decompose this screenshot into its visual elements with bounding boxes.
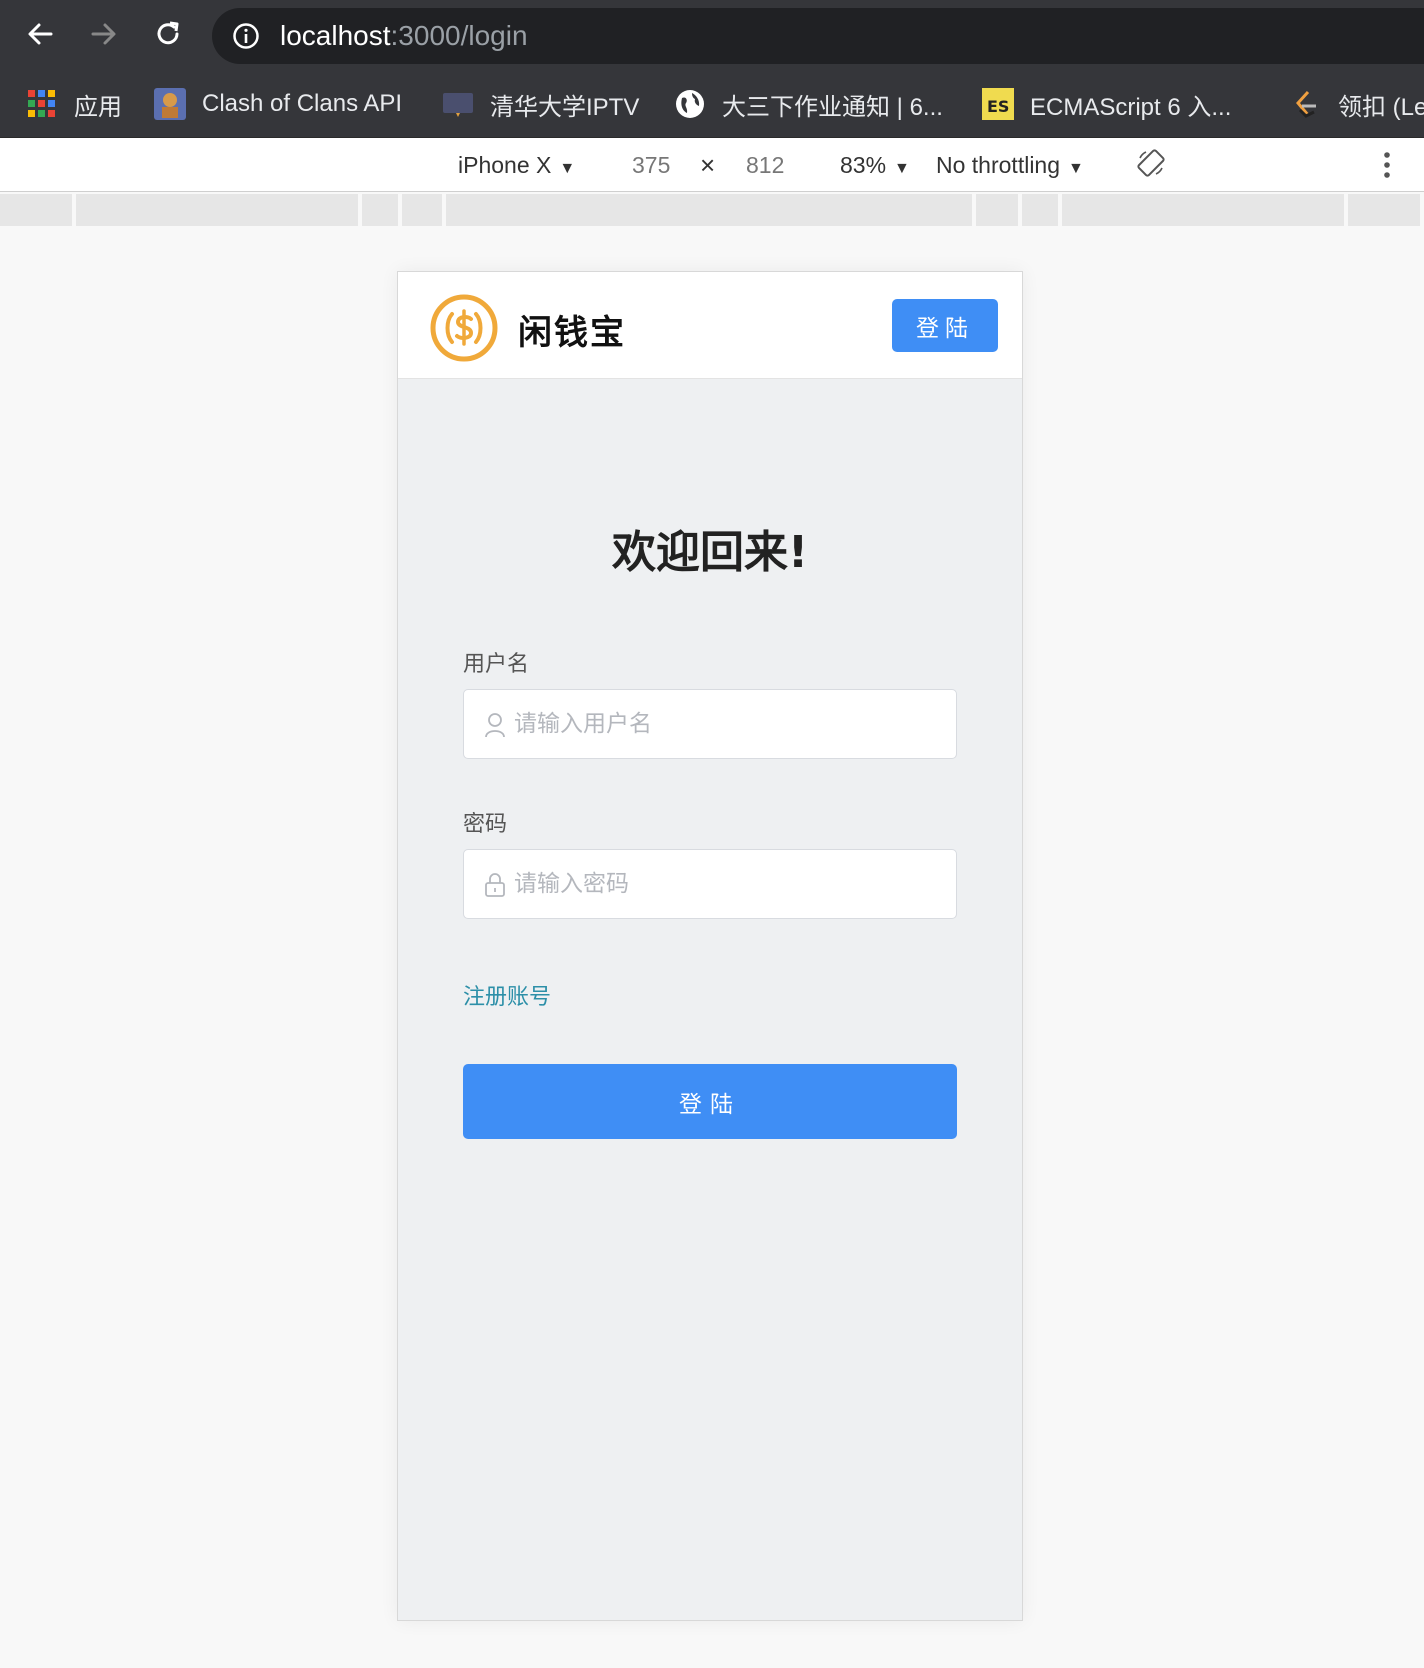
- media-query-segment[interactable]: [976, 194, 1018, 226]
- login-submit-button[interactable]: 登陆: [463, 1064, 957, 1139]
- bookmark-label: 大三下作业通知 | 6...: [722, 93, 943, 121]
- address-bar[interactable]: localhost:3000/login: [212, 8, 1424, 64]
- svg-text:ES: ES: [987, 97, 1009, 116]
- leetcode-favicon: [1296, 90, 1316, 118]
- media-query-segment[interactable]: [76, 194, 358, 226]
- bookmark-clash-of-clans[interactable]: Clash of Clans API: [154, 84, 402, 124]
- brand-name: 闲钱宝: [518, 313, 626, 353]
- username-input[interactable]: [514, 690, 944, 758]
- media-query-segment[interactable]: [1062, 194, 1344, 226]
- clash-of-clans-favicon: [154, 88, 186, 120]
- browser-toolbar: localhost:3000/login: [0, 0, 1424, 70]
- height-input[interactable]: 812: [746, 150, 784, 180]
- username-field[interactable]: [463, 689, 957, 759]
- url-host: localhost: [280, 20, 391, 51]
- bookmark-label: Clash of Clans API: [202, 90, 403, 117]
- info-icon[interactable]: [232, 22, 260, 50]
- password-input[interactable]: [514, 850, 944, 918]
- zoom-value: 83%: [840, 152, 887, 178]
- forward-button[interactable]: [84, 14, 124, 54]
- password-label: 密码: [463, 812, 508, 837]
- kebab-menu-icon: [1384, 152, 1390, 178]
- media-query-segment[interactable]: [446, 194, 972, 226]
- throttling-value: No throttling: [936, 152, 1061, 178]
- media-query-segment[interactable]: [402, 194, 442, 226]
- url-path: :3000/login: [390, 20, 528, 51]
- bookmark-label: 领扣 (Le: [1338, 93, 1424, 121]
- media-query-segment[interactable]: [362, 194, 398, 226]
- dropdown-caret-icon: ▼: [559, 160, 576, 177]
- url-text[interactable]: localhost:3000/login: [280, 20, 528, 52]
- media-query-segment[interactable]: [0, 194, 72, 226]
- bookmark-homework[interactable]: 大三下作业通知 | 6...: [674, 84, 943, 124]
- user-icon: [485, 713, 505, 738]
- lock-icon: [485, 873, 505, 897]
- apps-grid-icon: [28, 90, 55, 117]
- dropdown-caret-icon: ▼: [1068, 160, 1084, 177]
- zoom-select[interactable]: 83% ▼: [840, 150, 910, 180]
- bookmarks-bar: 应用 Clash of Clans API 清华大学IPTV 大三下作业通知 |…: [0, 70, 1424, 138]
- tv-favicon: [443, 93, 473, 117]
- app-header: 闲钱宝 登陆: [398, 272, 1022, 379]
- device-viewport: 闲钱宝 登陆 欢迎回来! 用户名 密码 注册账号 登陆: [397, 271, 1023, 1621]
- password-field[interactable]: [463, 849, 957, 919]
- rotate-button[interactable]: [1136, 148, 1166, 178]
- dimension-times: ×: [700, 150, 716, 180]
- bookmark-label: ECMAScript 6 入...: [1030, 93, 1232, 121]
- reload-icon: [157, 21, 179, 45]
- back-arrow-icon: [28, 23, 53, 45]
- more-options-button[interactable]: [1382, 150, 1392, 180]
- globe-icon: [676, 90, 704, 118]
- dollar-coin-logo-icon: [430, 294, 498, 362]
- bookmark-leetcode[interactable]: 领扣 (Le: [1290, 84, 1424, 124]
- bookmark-label: 清华大学IPTV: [490, 93, 640, 121]
- width-input[interactable]: 375: [632, 150, 670, 180]
- forward-arrow-icon: [91, 23, 116, 45]
- rotate-icon: [1137, 149, 1165, 177]
- device-select[interactable]: iPhone X ▼: [458, 150, 575, 180]
- es-favicon: ES: [982, 88, 1014, 120]
- media-query-segment[interactable]: [1022, 194, 1058, 226]
- back-button[interactable]: [20, 14, 60, 54]
- media-query-bar: [0, 194, 1424, 228]
- dropdown-caret-icon: ▼: [894, 160, 910, 177]
- register-link[interactable]: 注册账号: [463, 979, 551, 1011]
- username-label: 用户名: [463, 652, 530, 677]
- bookmark-ecmascript[interactable]: ES ECMAScript 6 入...: [982, 84, 1231, 124]
- throttling-select[interactable]: No throttling ▼: [936, 150, 1084, 180]
- device-toolbar: iPhone X ▼ 375 × 812 83% ▼ No throttling ▼: [0, 138, 1424, 192]
- device-name: iPhone X: [458, 152, 552, 178]
- bookmark-label: 应用: [74, 93, 122, 121]
- welcome-heading: 欢迎回来!: [611, 527, 809, 578]
- bookmark-tsinghua-iptv[interactable]: 清华大学IPTV: [442, 84, 639, 124]
- reload-button[interactable]: [148, 14, 188, 54]
- header-login-button[interactable]: 登陆: [892, 299, 998, 352]
- media-query-segment[interactable]: [1348, 194, 1420, 226]
- bookmark-apps[interactable]: 应用: [26, 84, 122, 124]
